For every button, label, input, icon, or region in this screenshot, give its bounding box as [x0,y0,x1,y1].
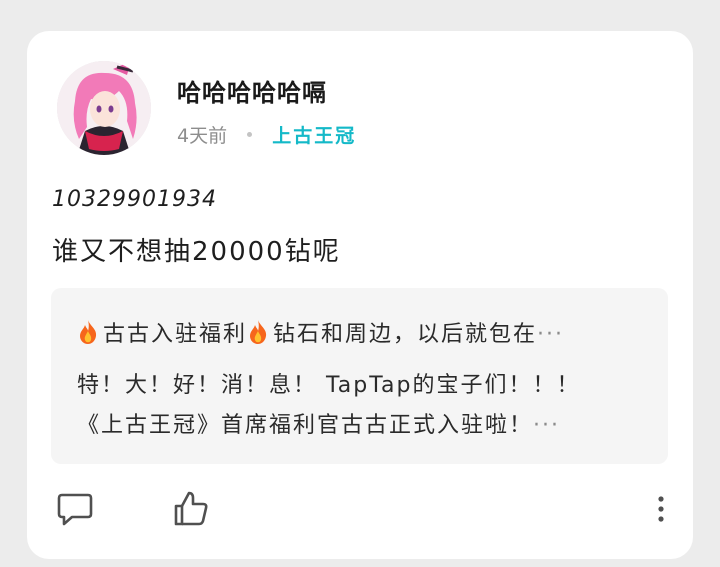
quote-line-2: 特！大！好！消！息！ TapTap的宝子们！！！ [77,373,581,398]
quote-line-1: 古古入驻福利 钻石和周边，以后就包在··· [77,316,564,348]
author-avatar[interactable] [57,61,151,155]
quote-line-3: 《上古王冠》首席福利官古古正式入驻啦！··· [77,407,560,439]
comment-icon [57,493,93,526]
quote-line-3-text: 《上古王冠》首席福利官古古正式入驻啦！ [77,413,534,438]
author-name[interactable]: 哈哈哈哈哈嗝 [177,73,327,108]
more-vertical-icon [658,496,664,522]
game-tag[interactable]: 上古王冠 [272,125,356,147]
more-options-button[interactable] [651,489,671,529]
like-button[interactable] [171,489,211,529]
fire-icon [250,320,267,344]
post-id-text: 10329901934 [52,187,217,212]
post-meta: 4天前 上古王冠 [177,121,356,148]
quote-line-1-part-b: 钻石和周边，以后就包在 [273,322,538,347]
quoted-post[interactable]: 古古入驻福利 钻石和周边，以后就包在··· 特！大！好！消！息！ TapTap的… [51,288,668,464]
quote-line-1-part-a: 古古入驻福利 [103,322,248,347]
quote-ellipsis: ··· [537,322,565,347]
post-body-text: 谁又不想抽20000钻呢 [52,237,341,267]
comment-button[interactable] [55,489,95,529]
thumbs-up-icon [174,491,208,526]
post-card[interactable]: 哈哈哈哈哈嗝 4天前 上古王冠 10329901934 谁又不想抽20000钻呢… [27,31,693,559]
separator-dot [247,132,253,137]
fire-icon [80,320,97,344]
quote-ellipsis: ··· [533,413,560,438]
post-time: 4天前 [177,125,228,147]
